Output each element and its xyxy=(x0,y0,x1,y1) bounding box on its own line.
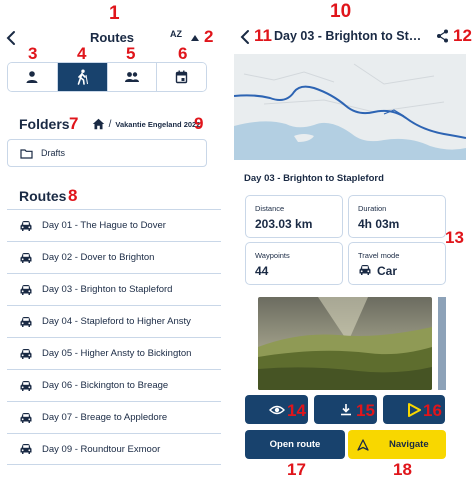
stat-travel-mode: Travel mode Car xyxy=(348,242,446,285)
route-label: Day 06 - Bickington to Breage xyxy=(42,380,169,391)
open-route-button[interactable]: Open route xyxy=(245,430,345,459)
share-icon[interactable] xyxy=(436,29,449,43)
detail-page-title: Day 03 - Brighton to St… xyxy=(274,29,422,43)
routes-section-title: Routes xyxy=(19,188,67,204)
route-photo-next[interactable] xyxy=(438,297,446,390)
annotation-number: 17 xyxy=(287,460,306,479)
annotation-number: 15 xyxy=(356,401,375,420)
sort-az-icon[interactable]: AZ xyxy=(170,29,182,39)
tab-person[interactable] xyxy=(8,63,58,91)
list-item[interactable]: Day 07 - Breage to Appledore xyxy=(7,401,221,433)
annotation-number: 8 xyxy=(68,186,78,205)
car-icon xyxy=(20,220,32,231)
download-icon xyxy=(340,404,351,416)
back-arrow-icon[interactable] xyxy=(239,27,253,47)
annotation-number: 10 xyxy=(330,1,352,22)
annotation-number: 4 xyxy=(77,44,87,63)
route-label: Day 07 - Breage to Appledore xyxy=(42,412,168,423)
route-name: Day 03 - Brighton to Stapleford xyxy=(244,173,384,184)
route-label: Day 03 - Brighton to Stapleford xyxy=(42,284,173,295)
annotation-number: 18 xyxy=(393,460,412,479)
stat-value: Car xyxy=(377,264,398,278)
list-item[interactable]: Day 04 - Stapleford to Higher Ansty xyxy=(7,305,221,337)
group-icon xyxy=(124,72,139,82)
folders-header: Folders / Vakantie Engeland 2022 xyxy=(19,115,200,133)
car-icon xyxy=(20,444,32,454)
annotation-number: 5 xyxy=(126,44,136,63)
hiker-icon xyxy=(77,69,89,85)
navigate-label: Navigate xyxy=(389,439,429,450)
play-icon xyxy=(408,402,421,417)
stat-value: 203.03 km xyxy=(255,217,313,231)
stat-label: Waypoints xyxy=(255,251,290,260)
map-image xyxy=(234,54,466,160)
annotation-number: 14 xyxy=(287,401,306,420)
stat-waypoints: Waypoints 44 xyxy=(245,242,343,285)
list-item[interactable]: Day 01 - The Hague to Dover xyxy=(7,209,221,241)
route-label: Day 02 - Dover to Brighton xyxy=(42,252,155,263)
annotation-number: 11 xyxy=(254,26,272,45)
landscape-photo xyxy=(258,297,432,390)
car-icon xyxy=(20,380,32,391)
route-label: Day 09 - Roundtour Exmoor xyxy=(42,443,161,455)
route-map[interactable] xyxy=(234,54,466,160)
stat-duration: Duration 4h 03m xyxy=(348,195,446,238)
list-item[interactable]: Day 03 - Brighton to Stapleford xyxy=(7,273,221,305)
folder-item-drafts[interactable]: Drafts xyxy=(7,139,207,167)
annotation-number: 13 xyxy=(445,228,464,247)
car-icon xyxy=(359,265,371,275)
navigate-icon xyxy=(357,438,369,451)
stat-label: Travel mode xyxy=(358,251,400,260)
car-icon xyxy=(20,412,32,423)
annotation-number: 12 xyxy=(453,26,472,45)
folder-icon xyxy=(20,148,33,159)
home-icon[interactable] xyxy=(92,118,105,130)
list-item[interactable]: Day 09 - Roundtour Exmoor xyxy=(7,433,221,465)
list-item[interactable]: Day 06 - Bickington to Breage xyxy=(7,369,221,401)
annotation-number: 9 xyxy=(194,114,204,133)
car-icon xyxy=(20,348,32,359)
tab-hiker[interactable] xyxy=(57,63,108,91)
tab-group[interactable] xyxy=(107,63,158,91)
navigate-button[interactable]: Navigate xyxy=(348,430,446,459)
open-route-label: Open route xyxy=(269,439,321,450)
car-icon xyxy=(20,316,32,327)
stat-distance: Distance 203.03 km xyxy=(245,195,343,238)
folder-label: Drafts xyxy=(41,148,66,158)
stat-value: 4h 03m xyxy=(358,217,400,231)
route-label: Day 01 - The Hague to Dover xyxy=(42,220,166,231)
list-item[interactable]: Day 05 - Higher Ansty to Bickington xyxy=(7,337,221,369)
annotation-number: 7 xyxy=(69,114,79,133)
folders-title: Folders xyxy=(19,116,70,132)
tab-calendar[interactable] xyxy=(157,63,206,91)
route-list: Day 01 - The Hague to Dover Day 02 - Dov… xyxy=(7,209,221,465)
filter-tabs xyxy=(7,62,207,92)
stat-value: 44 xyxy=(255,264,269,278)
annotation-number: 3 xyxy=(28,44,38,63)
annotation-number: 2 xyxy=(204,27,214,46)
stat-label: Duration xyxy=(358,204,387,213)
sort-direction-icon[interactable] xyxy=(191,35,199,41)
car-icon xyxy=(20,284,32,295)
route-label: Day 04 - Stapleford to Higher Ansty xyxy=(42,316,191,327)
car-icon xyxy=(20,252,32,263)
annotation-number: 6 xyxy=(178,44,188,63)
person-icon xyxy=(26,71,38,83)
annotation-number: 1 xyxy=(109,3,120,24)
annotation-number: 16 xyxy=(423,401,442,420)
route-label: Day 05 - Higher Ansty to Bickington xyxy=(42,348,192,359)
breadcrumb-folder[interactable]: Vakantie Engeland 2022 xyxy=(115,120,200,129)
calendar-icon xyxy=(175,70,188,84)
route-photo[interactable] xyxy=(258,297,432,390)
stat-label: Distance xyxy=(255,204,285,213)
eye-icon xyxy=(268,405,285,414)
breadcrumb-separator: / xyxy=(108,118,112,130)
routes-panel: Routes AZ Folders / Vakantie Engeland 20… xyxy=(0,0,224,479)
list-item[interactable]: Day 02 - Dover to Brighton xyxy=(7,241,221,273)
